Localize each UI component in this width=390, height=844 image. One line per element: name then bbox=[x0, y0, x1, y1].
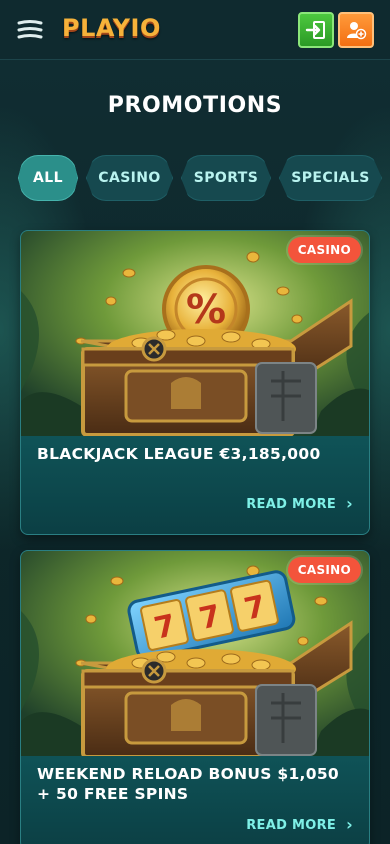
tab-sports[interactable]: SPORTS bbox=[181, 155, 271, 201]
login-button[interactable] bbox=[298, 12, 334, 48]
top-bar: PLAYIO bbox=[0, 0, 390, 60]
category-badge: CASINO bbox=[287, 557, 361, 583]
read-more-label: READ MORE bbox=[246, 496, 337, 512]
tab-casino[interactable]: CASINO bbox=[86, 155, 173, 201]
chevron-right-icon: › bbox=[346, 815, 353, 834]
brand-logo[interactable]: PLAYIO bbox=[62, 14, 161, 42]
add-user-icon bbox=[347, 22, 367, 40]
promotion-card[interactable]: 7 7 7 CASINO WEEKEND RELOAD BONUS $1,050… bbox=[20, 550, 370, 844]
page-title: PROMOTIONS bbox=[107, 93, 283, 118]
chevron-right-icon: › bbox=[346, 494, 353, 513]
read-more-label: READ MORE bbox=[246, 817, 337, 833]
read-more-link[interactable]: READ MORE › bbox=[246, 496, 353, 512]
svg-text:%: % bbox=[186, 287, 226, 333]
tab-all[interactable]: ALL bbox=[18, 155, 78, 201]
tab-specials[interactable]: SPECIALS bbox=[279, 155, 382, 201]
login-icon bbox=[305, 21, 325, 39]
promotion-title: BLACKJACK LEAGUE €3,185,000 bbox=[37, 445, 321, 463]
category-badge: CASINO bbox=[287, 237, 361, 263]
promotion-title: WEEKEND RELOAD BONUS $1,050 + 50 FREE SP… bbox=[37, 765, 339, 803]
promotion-card[interactable]: % CASINO BLACKJACK LEAGUE €3,185,000 REA… bbox=[20, 230, 370, 535]
menu-icon[interactable] bbox=[16, 19, 44, 41]
register-button[interactable] bbox=[338, 12, 374, 48]
promotion-filter-tabs: ALL CASINO SPORTS SPECIALS bbox=[0, 155, 390, 201]
read-more-link[interactable]: READ MORE › bbox=[246, 817, 353, 833]
